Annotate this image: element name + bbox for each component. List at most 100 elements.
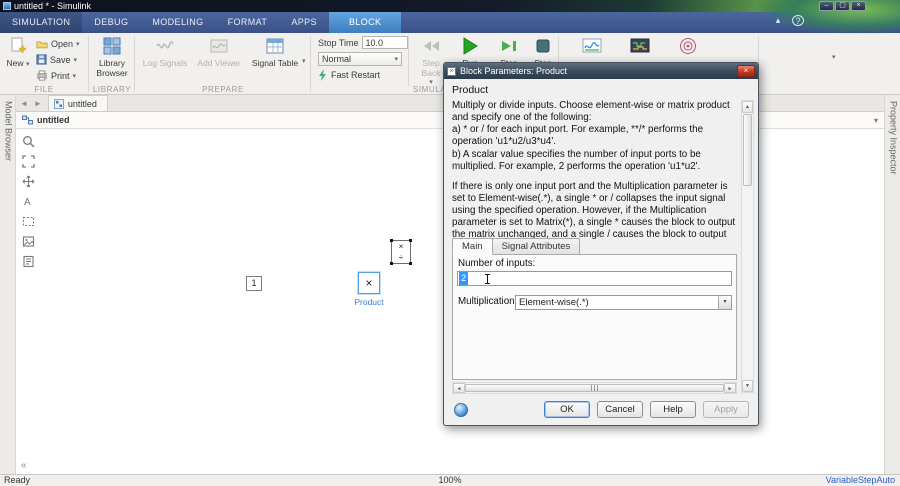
print-icon — [37, 70, 47, 81]
breadcrumb-model-icon — [22, 115, 33, 125]
data-inspector-button[interactable] — [572, 35, 612, 59]
breadcrumb-item-untitled[interactable]: untitled — [37, 115, 70, 125]
library-browser-label: Library Browser — [96, 58, 128, 78]
vertical-scroll-thumb[interactable] — [743, 114, 752, 186]
sim-mode-row: Normal ▾ — [318, 51, 402, 66]
stop-time-input[interactable]: 10.0 — [361, 36, 408, 49]
dialog-horizontal-scrollbar[interactable]: ◄ ► — [452, 382, 737, 394]
stop-icon — [536, 35, 550, 57]
zoom-icon[interactable] — [20, 133, 37, 150]
open-button[interactable]: Open ▾ — [36, 36, 80, 51]
product-symbol: × — [398, 241, 404, 251]
scroll-up-icon[interactable]: ▲ — [742, 101, 753, 113]
tab-debug[interactable]: DEBUG — [82, 12, 140, 33]
dialog-vertical-scrollbar[interactable]: ▲ ▼ — [741, 100, 754, 393]
tab-apps[interactable]: APPS — [279, 12, 329, 33]
step-forward-icon — [501, 35, 517, 57]
image-icon[interactable] — [20, 233, 37, 250]
birdseye-scope-button[interactable] — [668, 35, 708, 59]
tab-block[interactable]: BLOCK — [328, 12, 402, 33]
minimize-button[interactable]: – — [819, 1, 834, 11]
cancel-button[interactable]: Cancel — [597, 401, 643, 418]
number-of-inputs-input[interactable]: 2 — [457, 271, 732, 286]
tab-signal-attributes[interactable]: Signal Attributes — [491, 238, 581, 255]
document-tab-untitled[interactable]: untitled — [47, 95, 108, 111]
more-tools-icon[interactable]: ▾ — [832, 53, 836, 61]
birdseye-scope-icon — [678, 35, 698, 57]
model-browser-label: Model Browser — [3, 101, 14, 162]
description-paragraph: a) * or / for each input port. For examp… — [452, 124, 704, 148]
scroll-down-icon[interactable]: ▼ — [742, 380, 753, 392]
open-folder-icon — [36, 41, 48, 48]
product-block[interactable]: × — [358, 272, 380, 294]
fit-to-view-icon[interactable] — [20, 153, 37, 170]
selection-handle — [390, 262, 393, 265]
window-titlebar: untitled * - Simulink — [0, 0, 900, 12]
stop-time-row: Stop Time 10.0 — [318, 35, 408, 50]
data-inspector-icon — [582, 35, 602, 57]
status-bar: Ready 100% VariableStepAuto — [0, 474, 900, 486]
tab-simulation[interactable]: SIMULATION — [0, 12, 83, 33]
property-inspector-strip[interactable]: Property Inspector — [884, 95, 900, 474]
fast-restart-toggle[interactable]: Fast Restart — [318, 67, 380, 82]
print-button[interactable]: Print ▾ — [36, 68, 76, 83]
maximize-button[interactable]: ▢ — [835, 1, 850, 11]
tab-nav-forward-icon[interactable]: ► — [34, 99, 42, 108]
annotation-icon[interactable]: A — [20, 193, 37, 210]
globe-icon — [454, 403, 468, 417]
horizontal-scroll-thumb[interactable] — [465, 384, 724, 392]
solver-indicator[interactable]: VariableStepAuto — [826, 475, 895, 486]
viewmarks-icon[interactable] — [20, 253, 37, 270]
group-library: Library Browser LIBRARY — [90, 33, 134, 95]
ok-button[interactable]: OK — [544, 401, 590, 418]
window-controls: – ▢ × — [819, 1, 866, 11]
scroll-right-icon[interactable]: ► — [724, 383, 736, 393]
pan-icon[interactable] — [20, 173, 37, 190]
dialog-close-button[interactable]: × — [737, 65, 755, 77]
print-button-label: Print — [51, 70, 70, 81]
new-button[interactable]: New ▾ — [2, 35, 34, 69]
save-disk-icon — [36, 54, 47, 65]
canvas-tool-palette: A — [20, 133, 37, 270]
tab-modeling[interactable]: MODELING — [140, 12, 215, 33]
help-icon[interactable]: ? — [792, 15, 804, 26]
logic-analyzer-button[interactable] — [620, 35, 660, 59]
tab-nav-back-icon[interactable]: ◄ — [20, 99, 28, 108]
log-signals-label: Log Signals — [142, 58, 188, 68]
collapse-panel-icon[interactable]: « — [21, 460, 27, 471]
gallery-expand-icon[interactable]: ▾ — [302, 57, 306, 65]
caret-down-icon: ▾ — [76, 40, 80, 48]
divide-symbol: ÷ — [398, 252, 404, 262]
library-browser-button[interactable]: Library Browser — [92, 35, 132, 79]
log-signals-button: Log Signals — [140, 35, 190, 69]
breadcrumb-expand-icon[interactable]: ▾ — [874, 116, 878, 125]
help-button[interactable]: Help — [650, 401, 696, 418]
scroll-left-icon[interactable]: ◄ — [453, 383, 465, 393]
dialog-title: Block Parameters: Product — [460, 66, 568, 76]
new-button-label: New — [6, 58, 24, 68]
constant-block[interactable]: 1 — [246, 276, 262, 291]
tab-format[interactable]: FORMAT — [216, 12, 280, 33]
multiplication-value: Element-wise(.*) — [519, 297, 589, 308]
tab-main[interactable]: Main — [452, 238, 493, 255]
selection-handle — [409, 262, 412, 265]
caret-down-icon: ▾ — [394, 55, 398, 63]
property-inspector-label: Property Inspector — [888, 101, 899, 175]
dialog-heading: Product — [452, 84, 489, 96]
dragged-product-block[interactable]: × ÷ — [390, 239, 412, 265]
save-button[interactable]: Save ▾ — [36, 52, 77, 67]
apply-button: Apply — [703, 401, 749, 418]
selection-handle — [409, 239, 412, 242]
multiplication-dropdown[interactable]: Element-wise(.*) ▾ — [515, 295, 732, 310]
close-window-button[interactable]: × — [851, 1, 866, 11]
area-box-icon[interactable] — [20, 213, 37, 230]
svg-text:A: A — [24, 197, 31, 208]
model-browser-strip[interactable]: Model Browser — [0, 95, 16, 474]
dialog-titlebar[interactable]: × Block Parameters: Product × — [444, 63, 758, 79]
minimize-ribbon-icon[interactable]: ▴ — [772, 15, 784, 26]
group-prepare-label: PREPARE — [202, 85, 244, 94]
signal-table-icon — [266, 35, 284, 57]
signal-table-button[interactable]: Signal Table — [248, 35, 302, 69]
dialog-tabs: Main Signal Attributes — [452, 238, 581, 255]
simulation-mode-dropdown[interactable]: Normal ▾ — [318, 51, 402, 66]
